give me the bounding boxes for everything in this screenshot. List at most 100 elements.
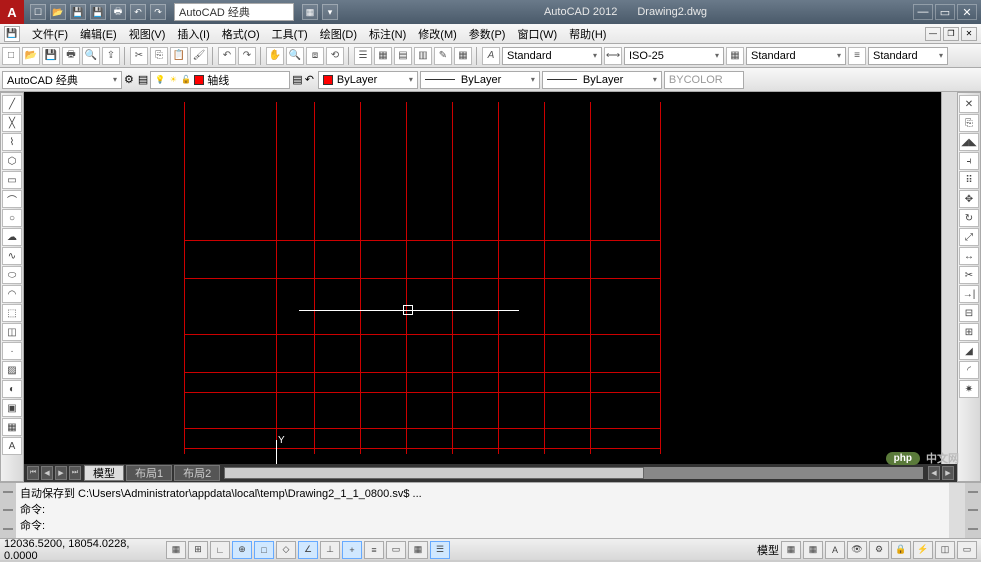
- hatch-tool[interactable]: ▨: [2, 361, 22, 379]
- save-icon[interactable]: 💾: [70, 4, 86, 20]
- fillet-tool[interactable]: ◜: [959, 361, 979, 379]
- h-scroll-track[interactable]: [224, 467, 923, 479]
- grid-toggle[interactable]: ⊞: [188, 541, 208, 559]
- tab-next[interactable]: ▶: [55, 466, 67, 480]
- h-scroll-thumb[interactable]: [224, 467, 643, 479]
- undo-icon[interactable]: ↶: [218, 47, 236, 65]
- menu-help[interactable]: 帮助(H): [563, 26, 612, 42]
- new-icon[interactable]: ☐: [30, 4, 46, 20]
- save-icon[interactable]: 💾: [42, 47, 60, 65]
- scale-tool[interactable]: ⤢: [959, 228, 979, 246]
- rotate-tool[interactable]: ↻: [959, 209, 979, 227]
- osnap-toggle[interactable]: □: [254, 541, 274, 559]
- tab-layout2[interactable]: 布局2: [174, 465, 220, 481]
- menu-dim[interactable]: 标注(N): [363, 26, 412, 42]
- layer-props-icon[interactable]: ▤: [138, 73, 148, 86]
- maximize-button[interactable]: ▭: [935, 4, 955, 20]
- polar-toggle[interactable]: ⊕: [232, 541, 252, 559]
- tpy-toggle[interactable]: ▭: [386, 541, 406, 559]
- break-tool[interactable]: ⊟: [959, 304, 979, 322]
- offset-tool[interactable]: ⫞: [959, 152, 979, 170]
- vertical-scrollbar[interactable]: [941, 92, 957, 464]
- qp-toggle[interactable]: ▦: [408, 541, 428, 559]
- workspace-dd[interactable]: AutoCAD 经典: [2, 71, 122, 89]
- array-tool[interactable]: ⠿: [959, 171, 979, 189]
- publish-icon[interactable]: ⇪: [102, 47, 120, 65]
- annoscale-icon[interactable]: A: [825, 541, 845, 559]
- zoom-icon[interactable]: 🔍: [286, 47, 304, 65]
- copy-icon[interactable]: ⎘: [150, 47, 168, 65]
- close-button[interactable]: ✕: [957, 4, 977, 20]
- sheet-set-icon[interactable]: ▥: [414, 47, 432, 65]
- cmd-scrollbar[interactable]: [949, 483, 965, 538]
- extend-tool[interactable]: →|: [959, 285, 979, 303]
- minimize-button[interactable]: —: [913, 4, 933, 20]
- calc-icon[interactable]: ▦: [454, 47, 472, 65]
- undo-icon[interactable]: ↶: [130, 4, 146, 20]
- region-tool[interactable]: ▣: [2, 399, 22, 417]
- menu-insert[interactable]: 插入(I): [171, 26, 215, 42]
- workspace-selector[interactable]: AutoCAD 经典: [174, 3, 294, 21]
- tab-layout1[interactable]: 布局1: [126, 465, 172, 481]
- cmd-handle-right[interactable]: [965, 483, 981, 538]
- menu-format[interactable]: 格式(O): [216, 26, 266, 42]
- lock-ui-icon[interactable]: 🔒: [891, 541, 911, 559]
- tool-palette-icon[interactable]: ▤: [394, 47, 412, 65]
- cmd-handle[interactable]: [0, 483, 16, 538]
- mirror-tool[interactable]: ◢◣: [959, 133, 979, 151]
- ws-switch-icon[interactable]: ⚙: [869, 541, 889, 559]
- table-tool[interactable]: ▦: [2, 418, 22, 436]
- polyline-tool[interactable]: ⌇: [2, 133, 22, 151]
- trim-tool[interactable]: ✂: [959, 266, 979, 284]
- ortho-toggle[interactable]: ∟: [210, 541, 230, 559]
- save-icon[interactable]: 💾: [4, 26, 20, 42]
- qview-drawings-icon[interactable]: ▦: [803, 541, 823, 559]
- polygon-tool[interactable]: ⬡: [2, 152, 22, 170]
- menu-file[interactable]: 文件(F): [26, 26, 74, 42]
- layer-state-icon[interactable]: ▤: [292, 73, 302, 86]
- layer-selector[interactable]: 💡 ☀ 🔓 轴线: [150, 71, 290, 89]
- snap-toggle[interactable]: ▦: [166, 541, 186, 559]
- isolate-icon[interactable]: ◫: [935, 541, 955, 559]
- zoom-window-icon[interactable]: ⧈: [306, 47, 324, 65]
- menu-tools[interactable]: 工具(T): [266, 26, 314, 42]
- ellipse-arc-tool[interactable]: ◠: [2, 285, 22, 303]
- tab-first[interactable]: ⏮: [27, 466, 39, 480]
- line-tool[interactable]: ╱: [2, 95, 22, 113]
- ws-settings-icon[interactable]: ⚙: [124, 73, 134, 86]
- model-label[interactable]: 模型: [757, 542, 779, 558]
- tab-prev[interactable]: ◀: [41, 466, 53, 480]
- match-icon[interactable]: 🖌: [190, 47, 208, 65]
- pan-icon[interactable]: ✋: [266, 47, 284, 65]
- drawing-canvas[interactable]: XY: [24, 92, 941, 464]
- menu-param[interactable]: 参数(P): [463, 26, 512, 42]
- tab-model[interactable]: 模型: [84, 465, 124, 481]
- ducs-toggle[interactable]: ⊥: [320, 541, 340, 559]
- mdi-restore[interactable]: ❐: [943, 27, 959, 41]
- ml-style-selector[interactable]: Standard: [868, 47, 948, 65]
- join-tool[interactable]: ⊞: [959, 323, 979, 341]
- text-style-selector[interactable]: Standard: [502, 47, 602, 65]
- layer-prev-icon[interactable]: ↶: [305, 73, 314, 86]
- mdi-minimize[interactable]: —: [925, 27, 941, 41]
- menu-view[interactable]: 视图(V): [123, 26, 172, 42]
- menu-edit[interactable]: 编辑(E): [74, 26, 123, 42]
- dyn-toggle[interactable]: +: [342, 541, 362, 559]
- redo-icon[interactable]: ↷: [238, 47, 256, 65]
- arc-tool[interactable]: ⌒: [2, 190, 22, 208]
- properties-icon[interactable]: ☰: [354, 47, 372, 65]
- linetype-selector[interactable]: ByLayer: [420, 71, 540, 89]
- erase-tool[interactable]: ✕: [959, 95, 979, 113]
- mtext-tool[interactable]: A: [2, 437, 22, 455]
- chamfer-tool[interactable]: ◢: [959, 342, 979, 360]
- menu-modify[interactable]: 修改(M): [412, 26, 463, 42]
- color-selector[interactable]: ByLayer: [318, 71, 418, 89]
- paste-icon[interactable]: 📋: [170, 47, 188, 65]
- revcloud-tool[interactable]: ☁: [2, 228, 22, 246]
- 3dosnap-toggle[interactable]: ◇: [276, 541, 296, 559]
- stretch-tool[interactable]: ↔: [959, 247, 979, 265]
- qview-layouts-icon[interactable]: ▦: [781, 541, 801, 559]
- menu-draw[interactable]: 绘图(D): [314, 26, 363, 42]
- grid-icon[interactable]: ▦: [302, 4, 318, 20]
- block-insert-tool[interactable]: ⬚: [2, 304, 22, 322]
